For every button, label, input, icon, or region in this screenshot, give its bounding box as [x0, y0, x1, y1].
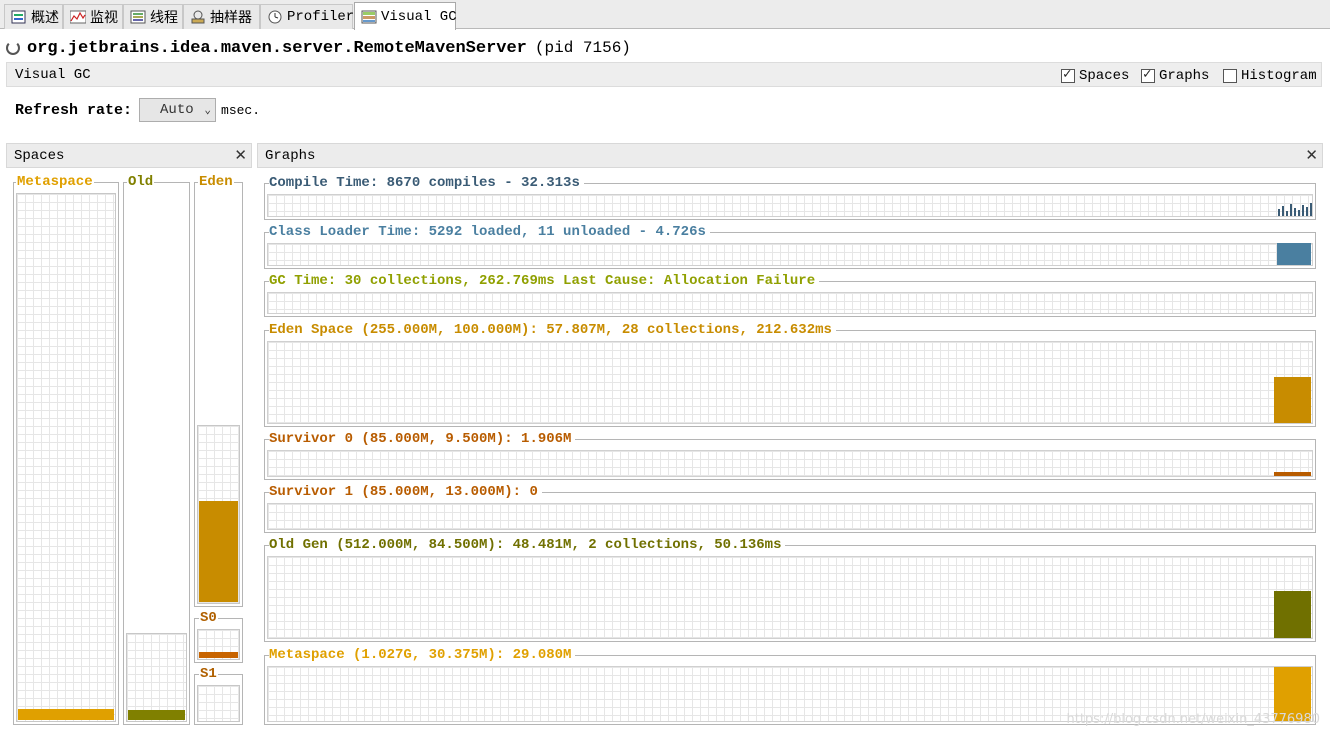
eden-space-graph: Eden Space (255.000M, 100.000M): 57.807M…	[264, 322, 1316, 427]
s0-label: S0	[199, 610, 218, 626]
graph-title: Survivor 1 (85.000M, 13.000M): 0	[269, 484, 542, 500]
tab-label: 概述	[31, 10, 59, 26]
metaspace-label: Metaspace	[16, 174, 94, 190]
tab-sampler[interactable]: 抽样器	[183, 4, 260, 29]
metaspace-fill	[18, 709, 114, 720]
tab-label: 抽样器	[210, 10, 252, 26]
spaces-checkbox-label: Spaces	[1079, 68, 1130, 84]
old-label: Old	[127, 174, 155, 190]
graph-area	[267, 194, 1313, 217]
graph-area	[267, 292, 1313, 314]
eden-label: Eden	[198, 174, 234, 190]
old-gen-graph-fill	[1274, 591, 1311, 638]
graph-title: Survivor 0 (85.000M, 9.500M): 1.906M	[269, 431, 576, 447]
tab-label: 监视	[90, 10, 118, 26]
eden-capacity	[197, 425, 240, 604]
spaces-checkbox[interactable]: Spaces	[1061, 66, 1130, 84]
loading-spinner-icon	[6, 41, 20, 55]
profiler-icon	[267, 10, 283, 24]
class-loader-fill	[1277, 243, 1311, 265]
graph-area	[267, 450, 1313, 477]
tab-threads[interactable]: 线程	[123, 4, 183, 29]
app-pid: (pid 7156)	[534, 39, 631, 57]
graph-area	[267, 341, 1313, 424]
graph-area	[267, 503, 1313, 530]
s1-capacity	[197, 685, 240, 722]
refresh-rate-select[interactable]: Auto ⌄	[139, 98, 217, 122]
tab-visual-gc[interactable]: Visual GC	[354, 2, 457, 30]
checkbox-checked-icon	[1061, 66, 1075, 83]
graphs-checkbox-label: Graphs	[1159, 68, 1210, 84]
tab-label: Visual GC	[381, 8, 457, 25]
metaspace-capacity	[16, 193, 116, 722]
tab-profiler[interactable]: Profiler	[260, 4, 355, 29]
refresh-rate-label: Refresh rate:	[15, 101, 133, 119]
gc-time-graph: GC Time: 30 collections, 262.769ms Last …	[264, 273, 1316, 317]
refresh-rate-value: Auto	[160, 102, 194, 118]
app-name: org.jetbrains.idea.maven.server.RemoteMa…	[27, 38, 527, 58]
class-loader-time-graph: Class Loader Time: 5292 loaded, 11 unloa…	[264, 224, 1316, 269]
spaces-panel-header: Spaces ✕	[6, 143, 252, 168]
application-title: org.jetbrains.idea.maven.server.RemoteMa…	[6, 37, 631, 59]
graphs-panel-title: Graphs	[265, 148, 316, 164]
histogram-checkbox[interactable]: Histogram	[1223, 68, 1317, 84]
old-fill	[128, 710, 185, 720]
graph-title: Metaspace (1.027G, 30.375M): 29.080M	[269, 647, 576, 663]
survivor-0-graph-fill	[1274, 472, 1311, 476]
close-icon[interactable]: ✕	[234, 146, 247, 164]
graphs-panel-header: Graphs ✕	[257, 143, 1323, 168]
histogram-checkbox-label: Histogram	[1241, 68, 1317, 84]
tab-bar: 概述 监视 线程 抽样器 Profiler Visual GC	[0, 0, 1330, 30]
visual-gc-header: Visual GC Spaces Graphs Histogram	[6, 62, 1322, 87]
graph-title: GC Time: 30 collections, 262.769ms Last …	[269, 273, 820, 289]
s1-label: S1	[199, 666, 218, 682]
eden-fill	[199, 501, 238, 602]
old-space	[123, 182, 190, 725]
overview-icon	[11, 10, 27, 24]
graph-title: Old Gen (512.000M, 84.500M): 48.481M, 2 …	[269, 537, 786, 553]
close-icon[interactable]: ✕	[1305, 146, 1318, 164]
s0-capacity	[197, 629, 240, 660]
survivor-0-graph: Survivor 0 (85.000M, 9.500M): 1.906M	[264, 431, 1316, 480]
graph-title: Compile Time: 8670 compiles - 32.313s	[269, 175, 584, 191]
chevron-down-icon: ⌄	[204, 105, 212, 117]
tab-label: Profiler	[287, 9, 355, 25]
checkbox-checked-icon	[1141, 66, 1155, 83]
monitor-icon	[69, 10, 87, 24]
tab-overview[interactable]: 概述	[4, 4, 63, 29]
old-capacity	[126, 633, 187, 722]
visual-gc-title: Visual GC	[15, 67, 91, 83]
refresh-rate-row: Refresh rate: Auto ⌄ msec.	[15, 98, 260, 122]
graph-area	[267, 556, 1313, 639]
checkbox-unchecked-icon	[1223, 69, 1237, 83]
watermark-text: https://blog.csdn.net/weixin_43776980	[1066, 712, 1320, 727]
tab-monitor[interactable]: 监视	[63, 4, 123, 29]
refresh-rate-unit: msec.	[221, 102, 261, 118]
eden-graph-fill	[1274, 377, 1311, 423]
graph-area	[267, 243, 1313, 266]
graph-title: Eden Space (255.000M, 100.000M): 57.807M…	[269, 322, 836, 338]
old-gen-graph: Old Gen (512.000M, 84.500M): 48.481M, 2 …	[264, 537, 1316, 642]
s0-fill	[199, 652, 238, 658]
spaces-panel-title: Spaces	[14, 148, 65, 164]
compile-time-spikes	[1278, 203, 1312, 216]
graphs-checkbox[interactable]: Graphs	[1141, 66, 1210, 84]
compile-time-graph: Compile Time: 8670 compiles - 32.313s	[264, 175, 1316, 220]
threads-icon	[130, 10, 146, 24]
tab-label: 线程	[150, 10, 178, 26]
visual-gc-icon	[361, 10, 377, 24]
graph-title: Class Loader Time: 5292 loaded, 11 unloa…	[269, 224, 710, 240]
sampler-icon	[190, 10, 206, 24]
eden-space	[194, 182, 243, 607]
metaspace-space	[13, 182, 119, 725]
survivor-1-graph: Survivor 1 (85.000M, 13.000M): 0	[264, 484, 1316, 533]
